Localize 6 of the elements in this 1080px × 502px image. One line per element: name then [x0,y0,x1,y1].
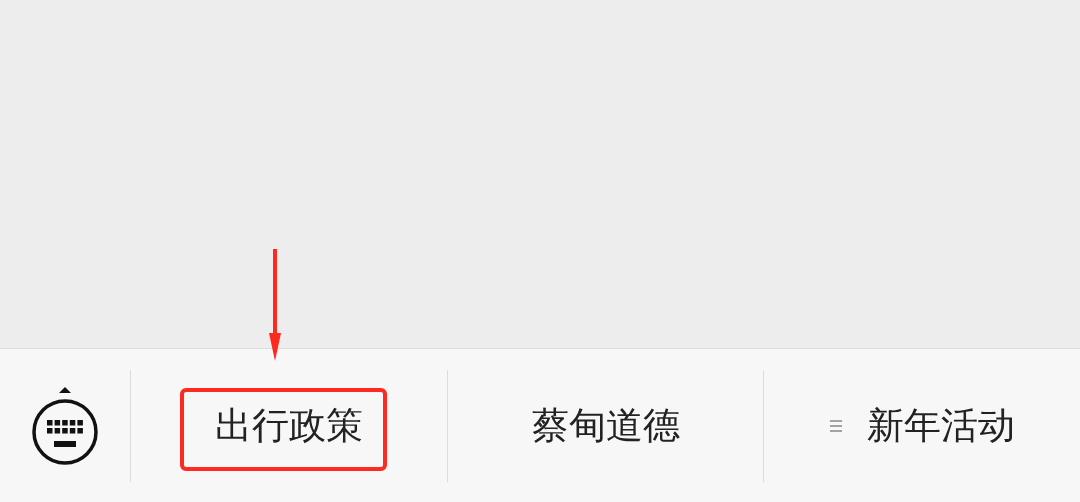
menu-button[interactable]: 蔡甸道德 [531,384,680,467]
keyboard-icon[interactable] [31,384,99,467]
menu-button[interactable]: 新年活动 [829,384,1016,467]
arrow-icon [268,248,281,361]
menu-icon [829,418,844,433]
menu-button[interactable]: 出行政策 [214,384,363,467]
